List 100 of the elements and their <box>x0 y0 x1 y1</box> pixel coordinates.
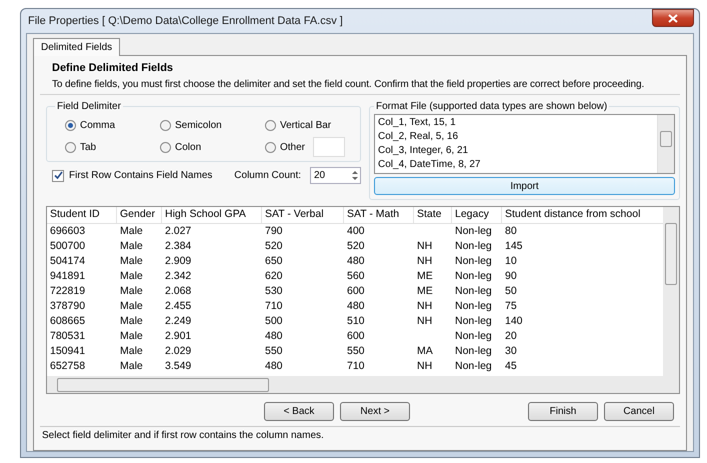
table-cell-text: ME <box>416 284 434 299</box>
radio-label: Tab <box>80 142 96 152</box>
table-cell-text: 500700 <box>49 239 86 254</box>
table-cell-text: Non-leg <box>454 359 493 374</box>
table-cell-text: NH <box>416 239 434 254</box>
column-count-spinner[interactable]: 20 <box>310 167 361 184</box>
table-cell-text: 520 <box>264 239 284 254</box>
nav-button[interactable]: Next > <box>340 402 410 421</box>
checkbox-label: First Row Contains Field Names <box>69 170 212 181</box>
table-cell-text: 2.909 <box>164 254 192 269</box>
table-cell-text: 2.455 <box>164 299 192 314</box>
column-header[interactable]: SAT - Verbal <box>262 207 344 223</box>
table-cell-text: 150941 <box>49 344 86 359</box>
column-header[interactable]: Legacy <box>452 207 502 223</box>
table-cell-text: 2.342 <box>164 269 192 284</box>
table-cell-text: 600 <box>346 329 366 344</box>
table-cell-text: Non-leg <box>454 329 493 344</box>
column-count-label: Column Count: <box>234 170 301 181</box>
table-cell-text: 480 <box>346 299 366 314</box>
tab[interactable]: Delimited Fields <box>33 38 120 56</box>
table-cell-text: 45 <box>504 359 518 374</box>
table-cell-text: Non-leg <box>454 269 493 284</box>
table-cell-text: Male <box>119 314 144 329</box>
table-cell-text: 710 <box>346 359 366 374</box>
table-cell-text: NH <box>416 299 434 314</box>
table-cell-text: NH <box>416 359 434 374</box>
list-item[interactable]: Col_2, Real, 5, 16 <box>378 130 654 144</box>
group-title: Field Delimiter <box>56 101 122 112</box>
horizontal-scrollbar[interactable] <box>47 376 679 393</box>
radio-button[interactable] <box>65 120 76 130</box>
table-cell-text: 2.249 <box>164 314 192 329</box>
table-cell-text: Non-leg <box>454 344 493 359</box>
table-cell-text: Non-leg <box>454 284 493 299</box>
list-item[interactable]: Col_1, Text, 15, 1 <box>378 116 654 130</box>
vertical-scrollbar[interactable] <box>657 115 674 173</box>
table-cell-text: 400 <box>346 224 366 239</box>
radio-button[interactable] <box>265 142 276 152</box>
table-cell-text: Non-leg <box>454 224 493 239</box>
column-header[interactable]: Gender <box>117 207 162 223</box>
table-cell-text: NH <box>416 314 434 329</box>
window-title: File Properties [ Q:\Demo Data\College Enrollment Data FA.csv ] <box>27 15 343 27</box>
table-cell-text: Male <box>119 284 144 299</box>
table-cell-text: 480 <box>264 359 284 374</box>
vertical-scrollbar[interactable] <box>663 207 679 376</box>
format-list-box[interactable]: Col_1, Text, 15, 1 Col_2, Real, 5, 16 Col_3, Integer, 6, 21 Col_4, DateTime, 8, 27 <box>374 114 675 174</box>
radio-button[interactable] <box>265 120 276 130</box>
table-cell-text: Male <box>119 224 144 239</box>
group-title: Format File (supported data types are shown below) <box>375 101 608 112</box>
table-cell-text: 378790 <box>49 299 86 314</box>
radio-button[interactable] <box>160 120 171 130</box>
column-header[interactable]: SAT - Math <box>344 207 414 223</box>
column-header[interactable]: State <box>414 207 452 223</box>
close-button[interactable] <box>652 9 694 27</box>
table-cell-text: 145 <box>504 239 524 254</box>
table-cell-text: 2.027 <box>164 224 192 239</box>
table-cell-text: 650 <box>264 254 284 269</box>
table-cell-text: 510 <box>346 314 366 329</box>
table-cell-text: 50 <box>504 284 518 299</box>
list-item[interactable]: Col_3, Integer, 6, 21 <box>378 144 654 158</box>
table-cell-text: 20 <box>504 329 518 344</box>
table-cell-text: 10 <box>504 254 518 269</box>
table-cell-text: 780531 <box>49 329 86 344</box>
nav-button[interactable]: < Back <box>264 402 334 421</box>
column-header[interactable]: Student ID <box>47 207 117 223</box>
column-header[interactable]: High School GPA <box>162 207 262 223</box>
radio-label: Colon <box>175 142 202 152</box>
section-heading: Define Delimited Fields <box>51 62 174 74</box>
radio-label: Comma <box>80 120 116 130</box>
checkbox[interactable] <box>52 170 64 182</box>
table-cell-text: Non-leg <box>454 239 493 254</box>
table-cell-text: ME <box>416 269 434 284</box>
table-cell-text: Male <box>119 299 144 314</box>
table-cell-text: 696603 <box>49 224 86 239</box>
table-cell-text: Non-leg <box>454 299 493 314</box>
radio-button[interactable] <box>160 142 171 152</box>
table-cell-text: 530 <box>264 284 284 299</box>
description-text: To define fields, you must first choose the delimiter and set the field count. Confirm that the field properties are correct before proceeding. <box>40 74 680 95</box>
table-cell-text: 2.901 <box>164 329 192 344</box>
other-delimiter-field[interactable] <box>313 137 346 157</box>
table-cell-text: 2.384 <box>164 239 192 254</box>
table-cell-text: 600 <box>346 284 366 299</box>
table-cell-text: 3.549 <box>164 359 192 374</box>
action-button[interactable]: Cancel <box>604 402 674 421</box>
table-cell-text: Male <box>119 359 144 374</box>
table-cell-text: 500 <box>264 314 284 329</box>
table-cell-text: Male <box>119 239 144 254</box>
action-button[interactable]: Finish <box>528 402 598 421</box>
table-cell-text: 90 <box>504 269 518 284</box>
table-cell-text: 722819 <box>49 284 86 299</box>
table-cell-text: MA <box>416 344 434 359</box>
table-cell-text: Male <box>119 329 144 344</box>
radio-button[interactable] <box>65 142 76 152</box>
list-item[interactable]: Col_4, DateTime, 8, 27 <box>378 158 654 172</box>
table-cell-text: Non-leg <box>454 254 493 269</box>
radio-label: Semicolon <box>175 120 222 130</box>
table-cell-text: Male <box>119 254 144 269</box>
spin-arrows-icon[interactable] <box>350 168 360 183</box>
table-cell-text: Male <box>119 269 144 284</box>
import-button[interactable]: Import <box>374 177 675 195</box>
table-cell-text: 80 <box>504 224 518 239</box>
